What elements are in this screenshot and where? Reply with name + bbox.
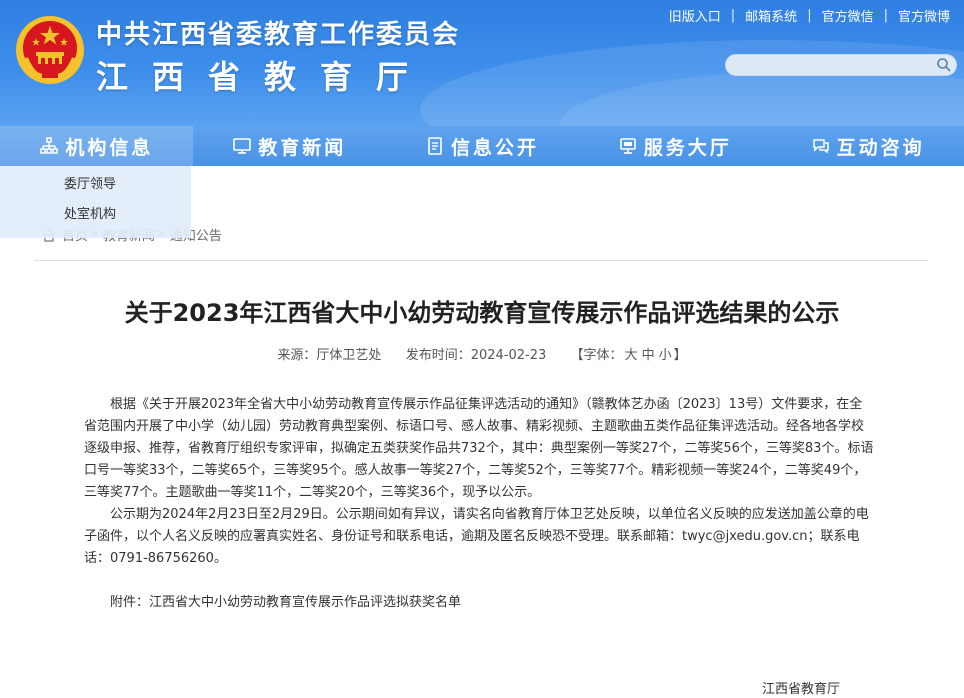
main-nav: 机构信息 教育新闻 信息公开 服务大厅 互动咨询 <box>0 126 964 166</box>
nav-item-org-info[interactable]: 机构信息 <box>0 126 193 166</box>
article-title: 关于2023年江西省大中小幼劳动教育宣传展示作品评选结果的公示 <box>124 299 840 327</box>
dropdown-item-leaders[interactable]: 委厅领导 <box>0 170 191 200</box>
font-size-selector: 【字体：大中小】 <box>571 348 687 363</box>
article-source: 来源：厅体卫艺处 <box>277 348 382 363</box>
nav-item-info-public[interactable]: 信息公开 <box>386 126 579 166</box>
old-version-link[interactable]: 旧版入口 <box>659 6 731 25</box>
search-box <box>725 54 957 76</box>
chat-icon <box>812 139 829 154</box>
font-label-close: 】 <box>673 348 687 363</box>
paragraph-2: 公示期为2024年2月23日至2月29日。公示期间如有异议，请实名向省教育厅体卫… <box>84 507 869 566</box>
nav-label: 信息公开 <box>450 136 539 159</box>
site-header: 中共江西省委教育工作委员会 江西省教育厅 旧版入口 | 邮箱系统 | 官方微信 … <box>0 0 964 126</box>
nav-label: 互动咨询 <box>836 136 925 159</box>
font-small-link[interactable]: 小 <box>659 348 672 363</box>
font-large-link[interactable]: 大 <box>625 348 638 363</box>
org-chart-icon <box>40 137 59 154</box>
wechat-link[interactable]: 官方微信 <box>812 6 884 25</box>
monitor-icon <box>233 138 251 154</box>
nav-item-edu-news[interactable]: 教育新闻 <box>193 126 386 166</box>
service-icon <box>619 138 636 154</box>
top-links: 旧版入口 | 邮箱系统 | 官方微信 | 官方微博 <box>659 6 960 25</box>
document-icon <box>428 137 442 155</box>
site-title-line2: 江西省教育厅 <box>96 58 433 96</box>
mail-system-link[interactable]: 邮箱系统 <box>735 6 807 25</box>
nav-dropdown: 委厅领导 处室机构 <box>0 166 191 238</box>
dropdown-item-departments[interactable]: 处室机构 <box>0 200 191 230</box>
article-meta: 来源：厅体卫艺处 发布时间：2024-02-23 【字体：大中小】 <box>0 344 964 363</box>
nav-item-consult[interactable]: 互动咨询 <box>771 126 964 166</box>
divider <box>34 260 928 261</box>
nav-label: 机构信息 <box>65 136 154 159</box>
signature: 江西省教育厅 <box>762 682 841 697</box>
font-medium-link[interactable]: 中 <box>642 348 655 363</box>
weibo-link[interactable]: 官方微博 <box>888 6 960 25</box>
nav-item-service-hall[interactable]: 服务大厅 <box>578 126 771 166</box>
search-input[interactable] <box>736 56 936 76</box>
article-content: 根据《关于开展2023年全省大中小幼劳动教育宣传展示作品征集评选活动的通知》（赣… <box>84 394 874 614</box>
paragraph-1: 根据《关于开展2023年全省大中小幼劳动教育宣传展示作品征集评选活动的通知》（赣… <box>84 397 874 500</box>
nav-label: 服务大厅 <box>643 136 732 159</box>
national-emblem-icon <box>16 16 84 84</box>
search-icon[interactable] <box>936 57 952 73</box>
nav-label: 教育新闻 <box>258 136 347 159</box>
article-date: 发布时间：2024-02-23 <box>405 348 547 363</box>
font-label-open: 【字体： <box>570 348 623 363</box>
site-title-line1: 中共江西省委教育工作委员会 <box>96 20 461 50</box>
attachment-link[interactable]: 附件：江西省大中小幼劳动教育宣传展示作品评选拟获奖名单 <box>84 592 874 614</box>
